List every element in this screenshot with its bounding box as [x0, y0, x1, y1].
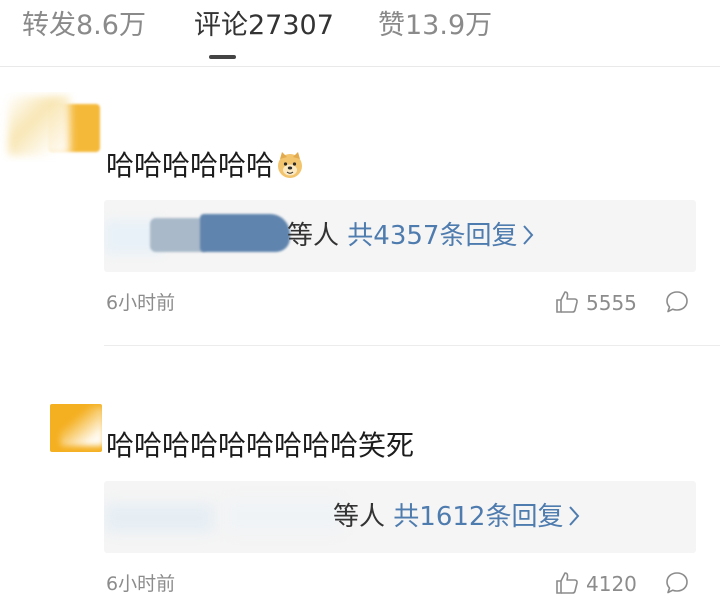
- like-count: 4120: [586, 572, 637, 596]
- reply-count-link[interactable]: 共1612条回复: [393, 502, 563, 532]
- tab-comments[interactable]: 评论27307: [194, 6, 334, 46]
- comment-tabs: 转发8.6万 评论27307 赞13.9万: [0, 0, 720, 66]
- reply-suffix: 等人: [287, 221, 340, 251]
- chevron-right-icon: [569, 505, 580, 526]
- reply-suffix: 等人: [333, 502, 386, 532]
- comment-timestamp: 6小时前: [106, 573, 176, 595]
- avatar[interactable]: [0, 92, 102, 162]
- comment-bubble-icon[interactable]: [664, 570, 690, 596]
- chevron-right-icon: [523, 224, 534, 245]
- reply-preview[interactable]: 等人 共4357条回复: [104, 200, 696, 272]
- tab-reposts[interactable]: 转发8.6万: [22, 6, 146, 46]
- active-tab-indicator: [209, 55, 236, 59]
- comment-body: 哈哈哈哈哈哈: [106, 149, 275, 182]
- reply-summary: 等人 共4357条回复: [287, 216, 535, 256]
- comment-bubble-icon[interactable]: [664, 289, 690, 315]
- comment-timestamp: 6小时前: [106, 292, 176, 314]
- comment-divider: [104, 345, 720, 346]
- comment-text: 哈哈哈哈哈哈: [106, 146, 305, 186]
- thumbs-up-icon: [556, 291, 578, 313]
- tab-likes[interactable]: 赞13.9万: [378, 6, 492, 46]
- comment-text: 哈哈哈哈哈哈哈哈哈笑死: [106, 426, 414, 466]
- reply-preview[interactable]: 等人 共1612条回复: [104, 481, 696, 553]
- like-count: 5555: [586, 291, 637, 315]
- avatar[interactable]: [48, 368, 108, 454]
- reply-count-link[interactable]: 共4357条回复: [347, 221, 517, 251]
- comment-body: 哈哈哈哈哈哈哈哈哈笑死: [106, 429, 415, 462]
- tabs-divider: [0, 66, 720, 67]
- reply-summary: 等人 共1612条回复: [333, 497, 581, 537]
- doge-emoji-icon: [278, 152, 303, 178]
- thumbs-up-icon: [556, 572, 578, 594]
